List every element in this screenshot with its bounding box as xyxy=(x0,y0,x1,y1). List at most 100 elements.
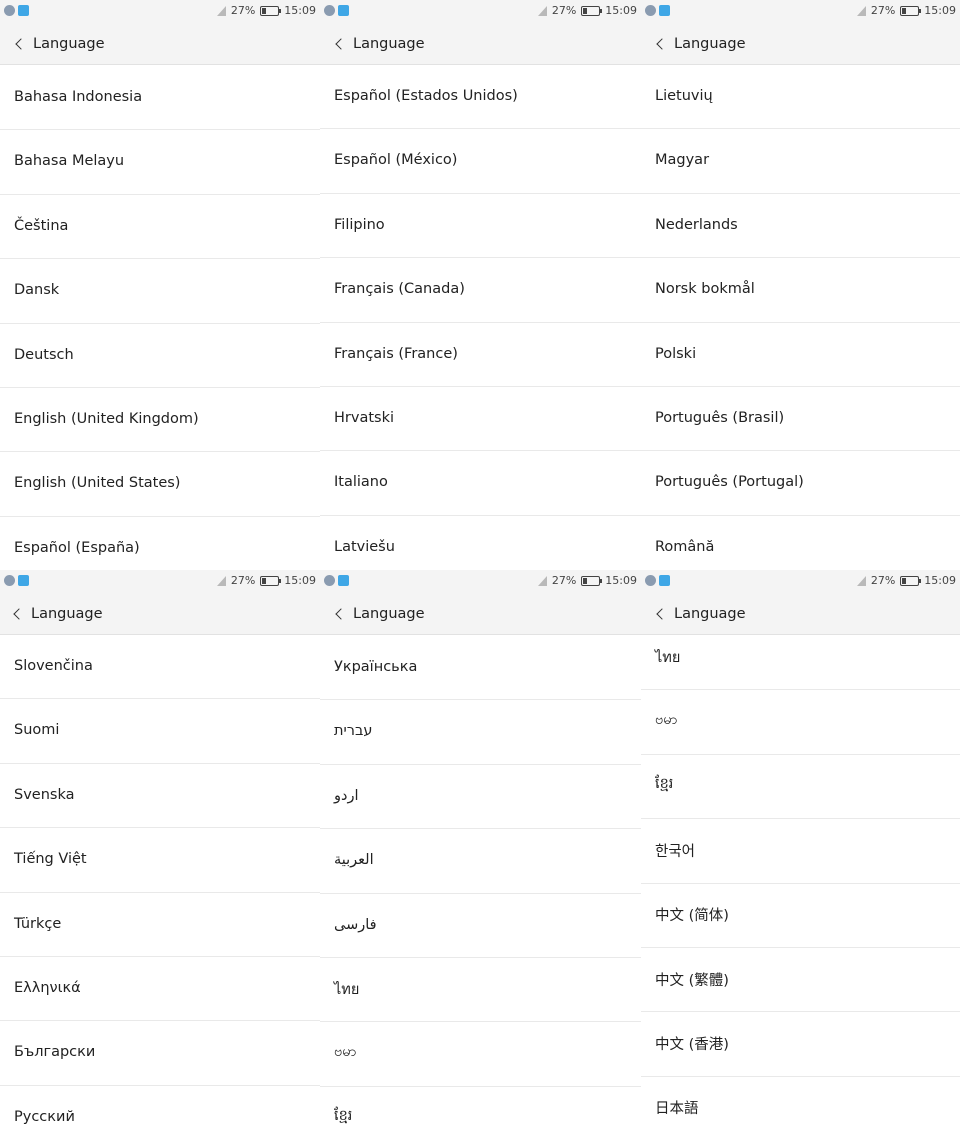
status-bar: 27% 15:09 xyxy=(320,0,641,24)
panel-4: 27% 15:09 Language Slovenčina Suomi Svensk… xyxy=(0,570,320,1139)
language-option[interactable]: Tiếng Việt xyxy=(0,827,320,891)
language-option[interactable]: English (United Kingdom) xyxy=(0,387,320,451)
language-option[interactable]: Türkçe xyxy=(0,892,320,956)
language-option[interactable]: Español (Estados Unidos) xyxy=(320,64,641,128)
status-time: 15:09 xyxy=(924,4,956,17)
panel-5: 27% 15:09 Language Українська עברית اردو ال… xyxy=(320,570,641,1139)
language-option[interactable]: Bahasa Melayu xyxy=(0,129,320,193)
status-time: 15:09 xyxy=(605,4,637,17)
language-option[interactable]: Polski xyxy=(641,322,960,386)
language-option[interactable]: Norsk bokmål xyxy=(641,257,960,321)
language-option[interactable]: Русский xyxy=(0,1085,320,1139)
language-option[interactable]: Magyar xyxy=(641,128,960,192)
panel-1: 27% 15:09 Language Bahasa Indonesia Bahas… xyxy=(0,0,320,570)
page-title: Language xyxy=(353,36,425,52)
language-option[interactable]: Lietuvių xyxy=(641,64,960,128)
status-bar: 27% 15:09 xyxy=(0,0,320,24)
language-option[interactable]: Français (Canada) xyxy=(320,257,641,321)
battery-percent: 27% xyxy=(230,4,256,17)
battery-level xyxy=(262,577,267,584)
chevron-left-icon[interactable] xyxy=(335,608,347,620)
language-option[interactable]: Български xyxy=(0,1020,320,1084)
language-option[interactable]: Dansk xyxy=(0,258,320,322)
battery-icon xyxy=(260,575,282,586)
language-option[interactable]: Română xyxy=(641,515,960,570)
notification-icon xyxy=(645,5,656,16)
language-option[interactable]: Español (España) xyxy=(0,516,320,570)
status-notifications xyxy=(324,575,349,586)
signal-icon xyxy=(856,575,866,586)
language-option[interactable]: Filipino xyxy=(320,193,641,257)
language-option[interactable]: Deutsch xyxy=(0,323,320,387)
language-option[interactable]: Português (Portugal) xyxy=(641,450,960,514)
chevron-left-icon[interactable] xyxy=(656,38,668,50)
battery-percent: 27% xyxy=(870,574,896,587)
language-option[interactable]: ဗမာ xyxy=(641,689,960,753)
status-time: 15:09 xyxy=(284,4,316,17)
battery-percent: 27% xyxy=(551,4,577,17)
battery-level xyxy=(262,7,267,14)
page-title: Language xyxy=(33,36,105,52)
notification-icon xyxy=(4,575,15,586)
status-notifications xyxy=(4,575,29,586)
app-notification-icon xyxy=(338,575,349,586)
status-bar: 27% 15:09 xyxy=(641,570,960,594)
language-option[interactable]: Ελληνικά xyxy=(0,956,320,1020)
status-time: 15:09 xyxy=(924,574,956,587)
app-notification-icon xyxy=(18,575,29,586)
panel-3: 27% 15:09 Language Lietuvių Magyar Nederla… xyxy=(641,0,960,570)
status-time: 15:09 xyxy=(605,574,637,587)
language-option[interactable]: فارسی xyxy=(320,893,641,957)
language-option[interactable]: Bahasa Indonesia xyxy=(0,65,320,129)
language-option[interactable]: 中文 (香港) xyxy=(641,1011,960,1075)
battery-icon xyxy=(260,5,282,16)
status-bar: 27% 15:09 xyxy=(320,570,641,594)
status-notifications xyxy=(4,5,29,16)
language-screens-grid: 27% 15:09 Language Bahasa Indonesia Bahas… xyxy=(0,0,960,1139)
language-option[interactable]: Español (México) xyxy=(320,128,641,192)
battery-icon xyxy=(581,575,603,586)
language-option[interactable]: Čeština xyxy=(0,194,320,258)
language-option[interactable]: Português (Brasil) xyxy=(641,386,960,450)
chevron-left-icon[interactable] xyxy=(335,38,347,50)
language-option[interactable]: ไทย xyxy=(641,625,960,689)
language-option[interactable]: العربية xyxy=(320,828,641,892)
app-bar: Language xyxy=(320,594,641,635)
language-option[interactable]: 中文 (简体) xyxy=(641,883,960,947)
language-option[interactable]: English (United States) xyxy=(0,451,320,515)
language-option[interactable]: 한국어 xyxy=(641,818,960,882)
chevron-left-icon[interactable] xyxy=(656,608,668,620)
language-option[interactable]: ไทย xyxy=(320,957,641,1021)
language-option[interactable]: Slovenčina xyxy=(0,634,320,698)
language-option[interactable]: ဗမာ xyxy=(320,1021,641,1085)
language-option[interactable]: Latviešu xyxy=(320,515,641,570)
language-option[interactable]: 中文 (繁體) xyxy=(641,947,960,1011)
language-option[interactable]: Hrvatski xyxy=(320,386,641,450)
language-option[interactable]: Nederlands xyxy=(641,193,960,257)
status-bar: 27% 15:09 xyxy=(641,0,960,24)
language-option[interactable]: Suomi xyxy=(0,698,320,762)
language-option[interactable]: Українська xyxy=(320,635,641,699)
battery-level xyxy=(902,7,907,14)
language-option[interactable]: עברית xyxy=(320,699,641,763)
app-notification-icon xyxy=(659,575,670,586)
status-indicators: 27% 15:09 xyxy=(216,574,316,587)
status-indicators: 27% 15:09 xyxy=(856,574,956,587)
status-indicators: 27% 15:09 xyxy=(216,4,316,17)
language-option[interactable]: Italiano xyxy=(320,450,641,514)
language-option[interactable]: ខ្មែរ xyxy=(320,1086,641,1139)
page-title: Language xyxy=(31,606,103,622)
app-bar: Language xyxy=(641,24,960,65)
chevron-left-icon[interactable] xyxy=(15,38,27,50)
language-option[interactable]: ខ្មែរ xyxy=(641,754,960,818)
language-option[interactable]: اردو xyxy=(320,764,641,828)
language-option[interactable]: 日本語 xyxy=(641,1076,960,1139)
language-option[interactable]: Français (France) xyxy=(320,322,641,386)
notification-icon xyxy=(324,5,335,16)
status-indicators: 27% 15:09 xyxy=(856,4,956,17)
chevron-left-icon[interactable] xyxy=(13,608,25,620)
language-option[interactable]: Svenska xyxy=(0,763,320,827)
battery-icon xyxy=(900,575,922,586)
battery-icon xyxy=(900,5,922,16)
page-title: Language xyxy=(674,606,746,622)
